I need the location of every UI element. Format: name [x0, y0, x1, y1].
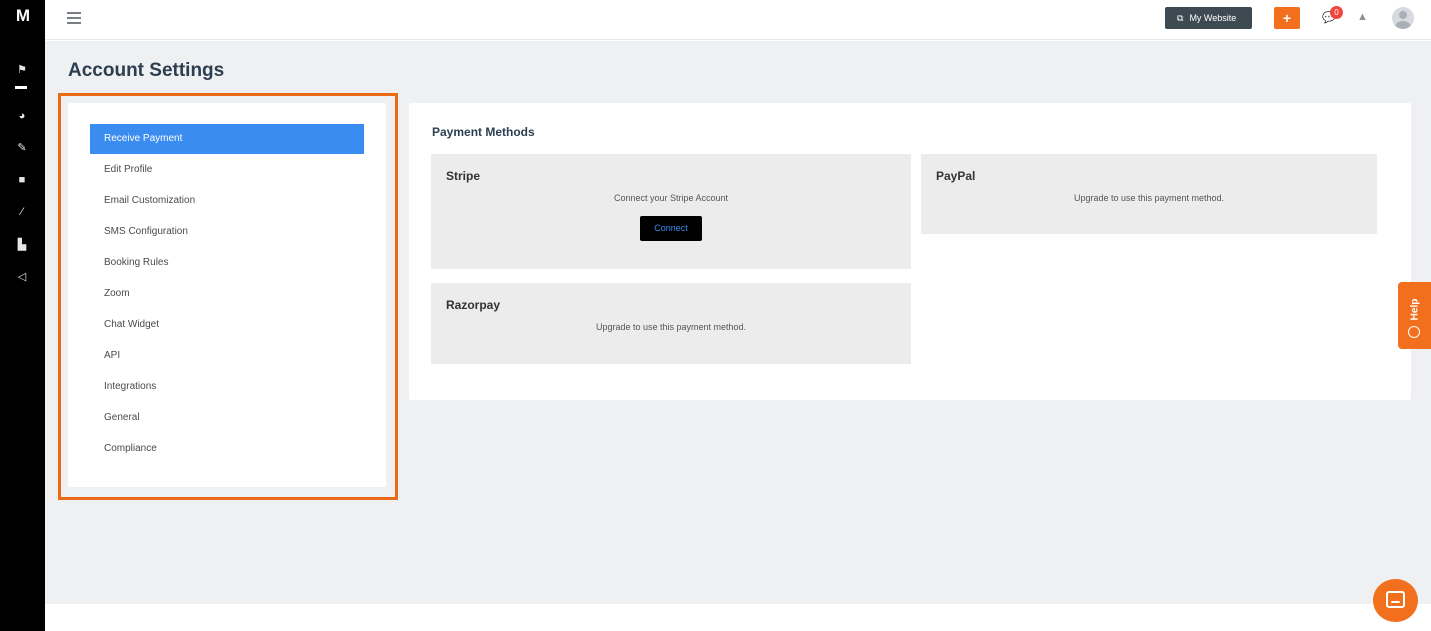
bell-icon[interactable]: ▲ — [1357, 11, 1368, 23]
external-link-icon: ⧉ — [1177, 13, 1184, 23]
footer-strip — [45, 604, 1431, 631]
notification-badge: 0 — [1330, 6, 1343, 19]
top-bar: ⧉ My Website + 💬 0 ▲ — [45, 0, 1431, 40]
app-logo[interactable]: M — [0, 6, 45, 30]
menu-highlight-frame — [58, 93, 398, 500]
payment-methods-card: Payment Methods Stripe Connect your Stri… — [409, 103, 1411, 400]
razorpay-title: Razorpay — [446, 298, 501, 312]
page-title: Account Settings — [68, 60, 225, 81]
help-label: Help — [1409, 298, 1421, 321]
razorpay-message: Upgrade to use this payment method. — [595, 322, 747, 332]
my-website-label: My Website — [1189, 13, 1237, 23]
chat-bubble-icon — [1386, 591, 1405, 608]
active-indicator — [15, 86, 27, 89]
brush-icon[interactable]: ⁄ — [12, 204, 32, 220]
razorpay-box: Razorpay Upgrade to use this payment met… — [431, 283, 911, 364]
help-tab[interactable]: Help — [1398, 282, 1431, 349]
video-icon[interactable]: ■ — [12, 172, 32, 188]
stripe-title: Stripe — [446, 169, 481, 183]
paypal-title: PayPal — [936, 169, 976, 183]
pie-chart-icon[interactable]: ◕ — [12, 108, 32, 124]
megaphone-icon[interactable]: ◁ — [12, 269, 32, 285]
stripe-message: Connect your Stripe Account — [613, 193, 729, 203]
add-button[interactable]: + — [1274, 7, 1300, 29]
user-edit-icon[interactable]: ✎ — [12, 140, 32, 156]
stripe-box: Stripe Connect your Stripe Account Conne… — [431, 154, 911, 269]
paypal-message: Upgrade to use this payment method. — [1073, 193, 1225, 203]
chat-launcher-button[interactable] — [1373, 579, 1418, 622]
stripe-connect-button[interactable]: Connect — [640, 216, 702, 241]
analytics-icon[interactable]: ▙ — [12, 237, 32, 253]
paypal-box: PayPal Upgrade to use this payment metho… — [921, 154, 1377, 234]
payment-methods-title: Payment Methods — [432, 125, 535, 139]
main-content: Account Settings Receive Payment Edit Pr… — [45, 41, 1431, 604]
avatar[interactable] — [1392, 7, 1414, 29]
flag-icon[interactable]: ⚑ — [12, 62, 32, 78]
my-website-button[interactable]: ⧉ My Website — [1165, 7, 1252, 29]
lifebuoy-icon — [1408, 326, 1420, 338]
hamburger-menu-icon[interactable] — [67, 12, 81, 24]
left-rail: M ⚑ ◕ ✎ ■ ⁄ ▙ ◁ — [0, 0, 45, 631]
